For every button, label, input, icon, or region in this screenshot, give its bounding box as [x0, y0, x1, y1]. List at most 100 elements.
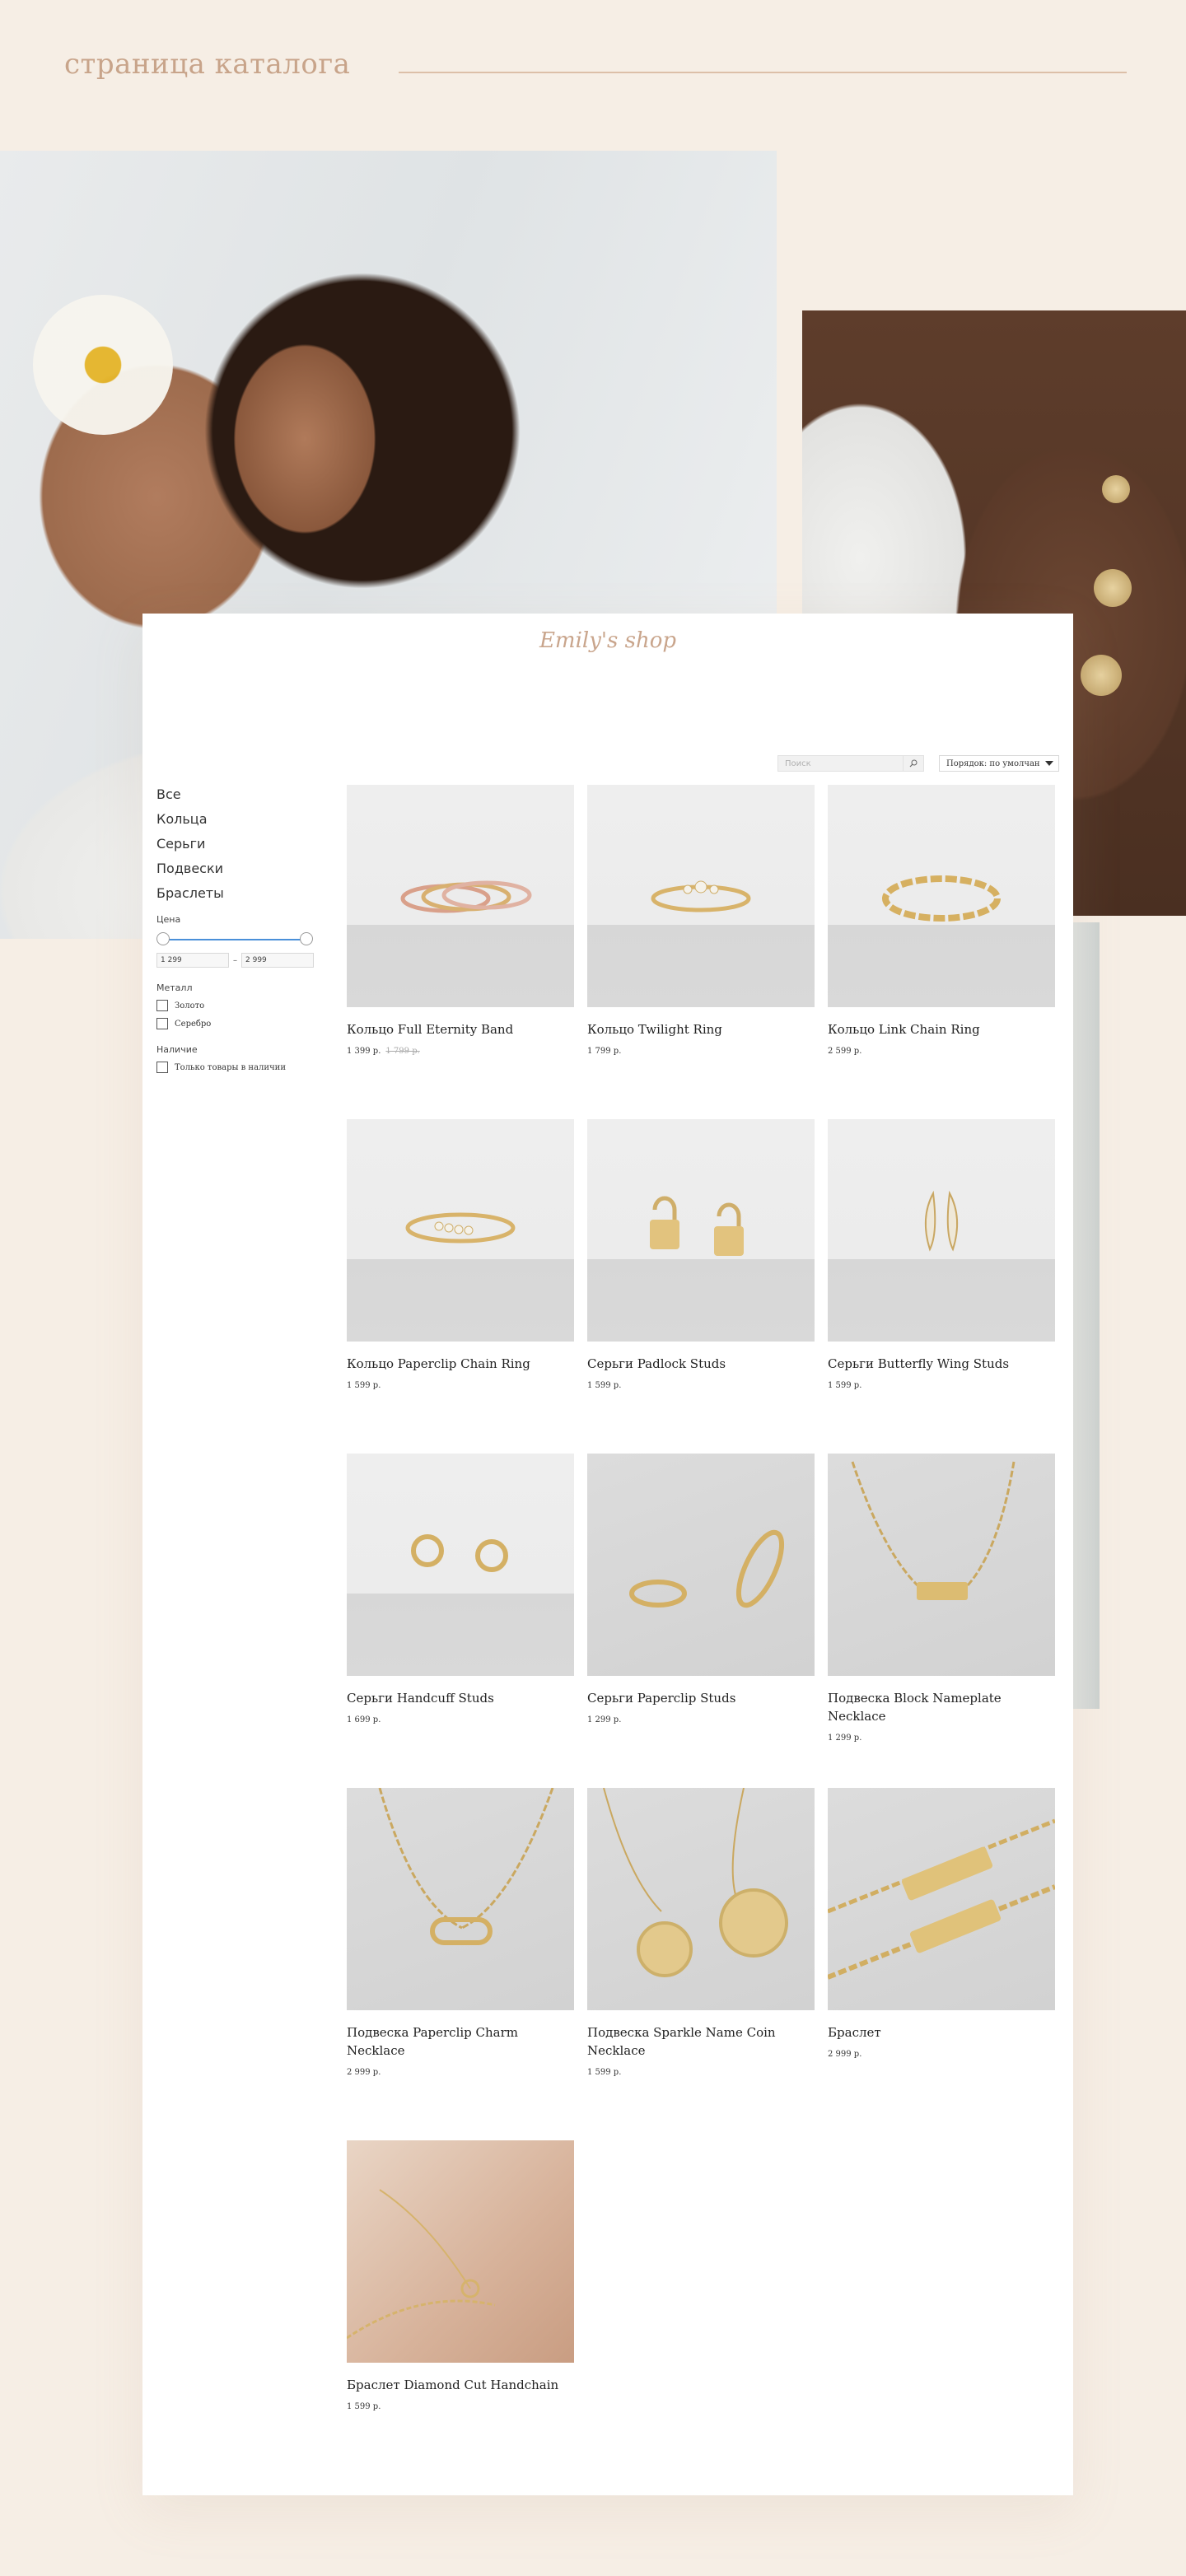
handchain-image	[347, 2189, 496, 2340]
ring-image	[882, 875, 1001, 922]
pendant-coin	[1081, 655, 1122, 696]
paperclip-necklace-image	[378, 1788, 554, 1945]
category-bracelets[interactable]: Браслеты	[156, 881, 321, 906]
current-price: 1 399 р.	[347, 1047, 381, 1056]
chevron-down-icon	[1045, 761, 1053, 766]
stock-filter-title: Наличие	[156, 1044, 198, 1055]
product-title[interactable]: Серьги Butterfly Wing Studs	[828, 1355, 1055, 1373]
background-photo-strip	[1073, 922, 1100, 1709]
product-image[interactable]	[587, 1788, 815, 2010]
product-card[interactable]: Кольцо Twilight Ring 1 799 р.	[587, 785, 815, 1056]
heading-divider	[399, 72, 1127, 73]
product-card[interactable]: Кольцо Paperclip Chain Ring 1 599 р.	[347, 1119, 574, 1390]
in-stock-option[interactable]: Только товары в наличии	[156, 1062, 321, 1073]
product-title[interactable]: Серьги Padlock Studs	[587, 1355, 815, 1373]
price-slider-min-handle[interactable]	[156, 932, 170, 945]
category-all[interactable]: Все	[156, 782, 321, 807]
daisy-flower	[33, 295, 173, 435]
product-title[interactable]: Кольцо Twilight Ring	[587, 1020, 815, 1038]
nameplate-necklace-image	[851, 1461, 1016, 1600]
search-box	[777, 755, 924, 772]
product-price: 1 599 р.	[347, 2402, 381, 2411]
price-filter-title: Цена	[156, 914, 181, 925]
product-title[interactable]: Кольцо Full Eternity Band	[347, 1020, 574, 1038]
sort-select[interactable]: Порядок: по умолчан	[939, 755, 1059, 772]
stock-filter: Наличие Только товары в наличии	[156, 1044, 321, 1073]
ring-image	[651, 880, 751, 912]
product-card[interactable]: Серьги Paperclip Studs 1 299 р.	[587, 1454, 815, 1724]
checkbox-silver[interactable]	[156, 1018, 168, 1029]
product-price: 2 999 р.	[347, 2068, 381, 2077]
sort-label: Порядок: по умолчан	[946, 758, 1040, 768]
in-stock-label: Только товары в наличии	[175, 1062, 287, 1072]
price-range-inputs: –	[156, 953, 321, 968]
bracelet-image	[828, 1818, 1055, 1980]
shop-logo[interactable]: Emily's shop	[142, 628, 1073, 653]
product-card[interactable]: Подвеска Sparkle Name Coin Necklace 1 59…	[587, 1788, 815, 2077]
filter-sidebar: Все Кольца Серьги Подвески Браслеты Цена…	[156, 782, 321, 1073]
product-image[interactable]	[587, 1454, 815, 1676]
product-price: 1 799 р.	[587, 1047, 622, 1056]
product-title[interactable]: Кольцо Paperclip Chain Ring	[347, 1355, 574, 1373]
ring-image	[405, 1212, 516, 1244]
search-button[interactable]	[903, 756, 923, 771]
category-rings[interactable]: Кольца	[156, 807, 321, 832]
product-price: 2 599 р.	[828, 1047, 862, 1056]
product-image[interactable]	[347, 785, 574, 1007]
product-price: 1 599 р.	[587, 1381, 622, 1390]
product-image[interactable]	[347, 1119, 574, 1342]
metal-option-silver[interactable]: Серебро	[156, 1018, 321, 1029]
product-price: 1 399 р. 1 799 р.	[347, 1047, 574, 1056]
search-input[interactable]	[778, 756, 903, 771]
product-title[interactable]: Серьги Paperclip Studs	[587, 1689, 815, 1707]
product-image[interactable]	[828, 785, 1055, 1007]
product-title[interactable]: Серьги Handcuff Studs	[347, 1689, 574, 1707]
product-price: 2 999 р.	[828, 2050, 862, 2059]
product-card[interactable]: Серьги Butterfly Wing Studs 1 599 р.	[828, 1119, 1055, 1390]
old-price: 1 799 р.	[385, 1047, 420, 1056]
product-card[interactable]: Браслет 2 999 р.	[828, 1788, 1055, 2059]
product-card[interactable]: Подвеска Paperclip Charm Necklace 2 999 …	[347, 1788, 574, 2077]
pendant-coin	[1094, 569, 1132, 607]
product-image[interactable]	[347, 1788, 574, 2010]
category-pendants[interactable]: Подвески	[156, 856, 321, 881]
handcuff-earrings-image	[411, 1534, 508, 1572]
pendant-coin	[1102, 475, 1130, 503]
category-earrings[interactable]: Серьги	[156, 832, 321, 856]
checkbox-in-stock[interactable]	[156, 1062, 168, 1073]
product-image[interactable]	[828, 1788, 1055, 2010]
product-price: 1 699 р.	[347, 1715, 381, 1724]
product-card[interactable]: Кольцо Link Chain Ring 2 599 р.	[828, 785, 1055, 1056]
price-slider-max-handle[interactable]	[300, 932, 313, 945]
price-max-input[interactable]	[241, 953, 314, 968]
price-min-input[interactable]	[156, 953, 229, 968]
product-image[interactable]	[587, 785, 815, 1007]
product-image[interactable]	[828, 1119, 1055, 1342]
product-image[interactable]	[587, 1119, 815, 1342]
product-title[interactable]: Подвеска Paperclip Charm Necklace	[347, 2023, 574, 2060]
product-title[interactable]: Подвеска Sparkle Name Coin Necklace	[587, 2023, 815, 2060]
product-card[interactable]: Серьги Padlock Studs 1 599 р.	[587, 1119, 815, 1390]
price-range-dash: –	[233, 955, 237, 965]
product-title[interactable]: Браслет Diamond Cut Handchain	[347, 2376, 574, 2394]
product-card[interactable]: Серьги Handcuff Studs 1 699 р.	[347, 1454, 574, 1724]
metal-filter-title: Металл	[156, 982, 193, 993]
product-price: 1 599 р.	[587, 2068, 622, 2077]
product-image[interactable]	[828, 1454, 1055, 1676]
product-card[interactable]: Кольцо Full Eternity Band 1 399 р. 1 799 …	[347, 785, 574, 1056]
shop-window: Emily's shop Порядок: по умолчан Все Кол…	[142, 614, 1073, 2495]
product-title[interactable]: Браслет	[828, 2023, 1055, 2042]
metal-filter: Металл Золото Серебро	[156, 982, 321, 1029]
product-image[interactable]	[347, 1454, 574, 1676]
product-card[interactable]: Подвеска Block Nameplate Necklace 1 299 …	[828, 1454, 1055, 1743]
price-slider	[156, 931, 313, 948]
product-title[interactable]: Кольцо Link Chain Ring	[828, 1020, 1055, 1038]
search-icon	[909, 759, 918, 768]
product-card[interactable]: Браслет Diamond Cut Handchain 1 599 р.	[347, 2140, 574, 2411]
checkbox-gold[interactable]	[156, 1000, 168, 1011]
product-title[interactable]: Подвеска Block Nameplate Necklace	[828, 1689, 1055, 1725]
product-image[interactable]	[347, 2140, 574, 2363]
product-price: 1 599 р.	[347, 1381, 381, 1390]
product-price: 1 599 р.	[828, 1381, 862, 1390]
metal-option-gold[interactable]: Золото	[156, 1000, 321, 1011]
